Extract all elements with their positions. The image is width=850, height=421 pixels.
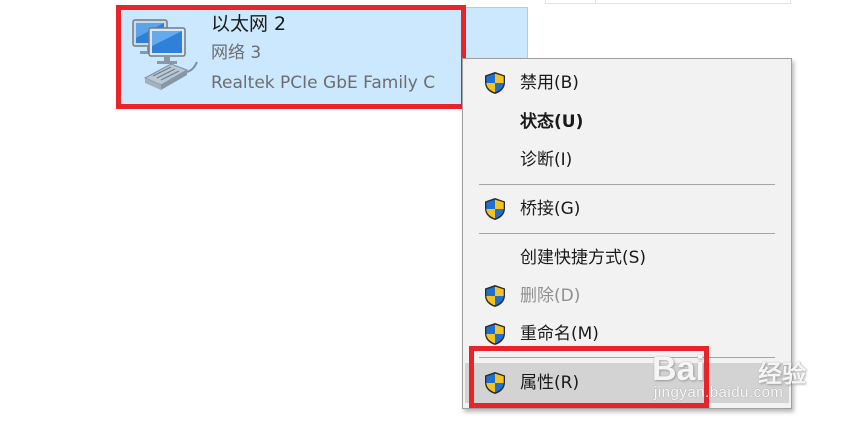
baidu-watermark: Bai 经验 jingyan.baidu.com <box>652 350 812 410</box>
menu-separator <box>479 233 775 234</box>
menu-item-label: 创建快捷方式(S) <box>520 248 647 268</box>
menu-item-diagnose[interactable]: 诊断(I) <box>465 143 789 177</box>
menu-item-bridge[interactable]: 桥接(G) <box>465 192 789 226</box>
menu-item-label: 诊断(I) <box>520 150 573 170</box>
uac-shield-icon <box>485 323 505 345</box>
menu-item-label: 桥接(G) <box>520 199 581 219</box>
menu-item-label: 删除(D) <box>520 286 581 306</box>
uac-shield-icon <box>485 285 505 307</box>
uac-shield-icon <box>485 198 505 220</box>
watermark-url: jingyan.baidu.com <box>654 384 784 401</box>
menu-item-status[interactable]: 状态(U) <box>465 105 789 139</box>
menu-item-label: 状态(U) <box>520 112 584 132</box>
menu-item-label: 禁用(B) <box>520 73 579 93</box>
menu-item-create-shortcut[interactable]: 创建快捷方式(S) <box>465 241 789 275</box>
menu-item-disable[interactable]: 禁用(B) <box>465 66 789 100</box>
menu-item-delete[interactable]: 删除(D) <box>465 279 789 313</box>
highlight-box-adapter <box>116 5 466 109</box>
menu-separator <box>479 184 775 185</box>
uac-shield-icon <box>485 72 505 94</box>
background-table-lines <box>545 0 791 4</box>
